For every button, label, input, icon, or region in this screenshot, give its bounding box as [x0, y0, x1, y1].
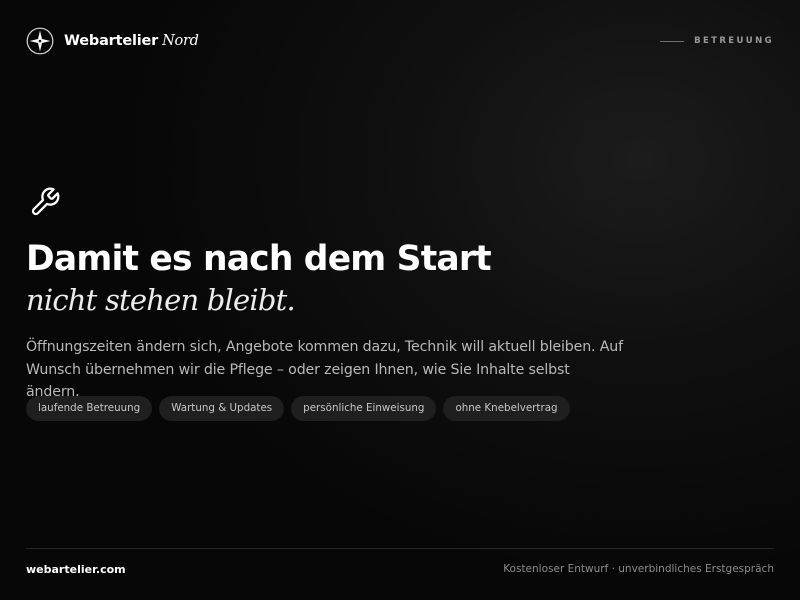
wrench-icon — [31, 187, 60, 216]
brand[interactable]: Webartelier Nord — [26, 27, 199, 55]
hero-title-italic: nicht stehen bleibt. — [26, 283, 296, 317]
chip-persoenliche-einweisung[interactable]: persönliche Einweisung — [291, 396, 437, 421]
hero-description: Öffnungszeiten ändern sich, Angebote kom… — [26, 339, 623, 400]
brand-name: Webartelier Nord — [64, 33, 199, 49]
footer-tagline: Kostenloser Entwurf · unverbindliches Er… — [503, 563, 774, 575]
chip-laufende-betreuung[interactable]: laufende Betreuung — [26, 396, 153, 421]
chip-wartung-updates[interactable]: Wartung & Updates — [159, 396, 285, 421]
chip-ohne-knebelvertrag[interactable]: ohne Knebelvertrag — [443, 396, 570, 421]
hero-title: Damit es nach dem Start — [26, 239, 492, 279]
brand-accent: Nord — [162, 33, 199, 49]
divider-line — [660, 40, 685, 42]
site-header: Webartelier Nord BETREUUNG — [26, 26, 774, 56]
section-label-text: BETREUUNG — [694, 36, 774, 46]
footer-divider — [26, 548, 774, 549]
section-label: BETREUUNG — [660, 36, 774, 46]
footer-domain-link[interactable]: webartelier.com — [26, 563, 126, 576]
feature-chips: laufende Betreuung Wartung & Updates per… — [26, 396, 570, 421]
compass-star-icon — [26, 27, 54, 55]
